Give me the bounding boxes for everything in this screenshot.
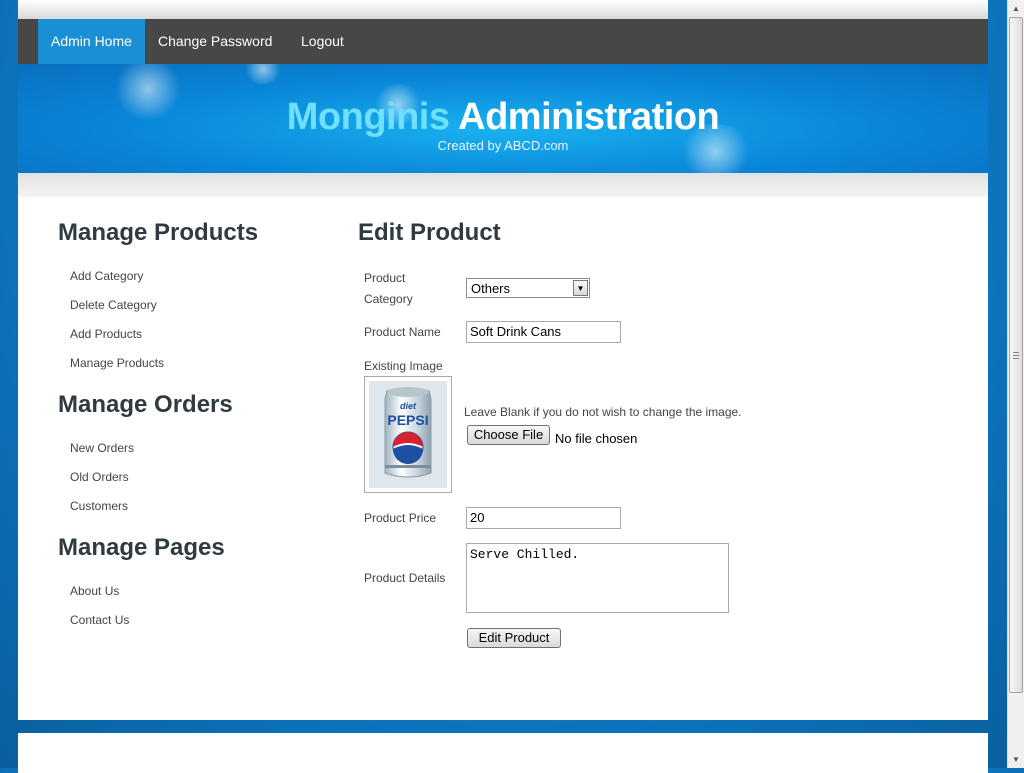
brand-suffix: Administration [449,96,720,138]
sidebar-heading-pages: Manage Pages [58,534,225,561]
can-diet-text: diet [400,401,417,411]
nav-change-password[interactable]: Change Password [145,19,285,64]
edit-product-button[interactable]: Edit Product [467,628,561,648]
sidebar-heading-orders: Manage Orders [58,391,233,418]
footer-panel [18,733,988,773]
image-hint-text: Leave Blank if you do not wish to change… [464,405,742,419]
vertical-scrollbar[interactable]: ▲ ▼ [1007,0,1024,768]
nav-logout[interactable]: Logout [288,19,357,64]
sidebar-link-manage-products[interactable]: Manage Products [70,356,164,370]
existing-image-label: Existing Image [364,359,443,373]
product-price-label: Product Price [364,511,437,525]
chevron-down-icon[interactable]: ▼ [573,280,588,296]
category-select-value: Others [471,281,511,296]
sidebar-link-delete-category[interactable]: Delete Category [70,298,157,312]
sidebar-link-add-category[interactable]: Add Category [70,269,143,283]
product-price-input[interactable]: 20 [466,507,621,529]
category-label-line1: Product [364,271,406,285]
product-details-textarea[interactable]: Serve Chilled. [466,543,729,613]
sidebar-link-contact-us[interactable]: Contact Us [70,613,129,627]
header-banner: Monginis Administration Created by ABCD.… [18,64,988,173]
can-pepsi-text: PEPSI [387,412,428,428]
existing-product-image: diet PEPSI [364,376,452,493]
content-panel: Manage Products Add Category Delete Cate… [18,197,988,720]
banner-divider [18,173,988,197]
grip-icon [1013,352,1019,360]
brand-name: Monginis [286,96,450,138]
sidebar-link-about-us[interactable]: About Us [70,584,119,598]
pepsi-can-image: diet PEPSI [365,377,451,492]
category-label-line2: Category [364,292,413,306]
no-file-chosen-text: No file chosen [555,431,638,446]
product-name-input[interactable]: Soft Drink Cans [466,321,621,343]
sidebar-heading-products: Manage Products [58,219,259,246]
site-brand-title: Monginis Administration [18,96,988,139]
sidebar-link-customers[interactable]: Customers [70,499,128,513]
top-strip [18,0,988,19]
sidebar-link-old-orders[interactable]: Old Orders [70,470,129,484]
nav-admin-home[interactable]: Admin Home [38,19,145,64]
sidebar-link-add-products[interactable]: Add Products [70,327,142,341]
bokeh-light [243,64,283,84]
scrollbar-thumb[interactable] [1009,17,1023,693]
scroll-down-icon[interactable]: ▼ [1008,751,1024,768]
page-title: Edit Product [358,219,501,246]
top-navbar: Admin Home Change Password Logout [18,19,988,64]
product-name-label: Product Name [364,325,441,339]
product-details-label: Product Details [364,571,446,585]
sidebar-link-new-orders[interactable]: New Orders [70,441,134,455]
choose-file-button[interactable]: Choose File [467,425,550,445]
category-select[interactable]: Others ▼ [466,278,590,298]
scroll-up-icon[interactable]: ▲ [1008,0,1024,17]
site-credit: Created by ABCD.com [437,138,569,153]
